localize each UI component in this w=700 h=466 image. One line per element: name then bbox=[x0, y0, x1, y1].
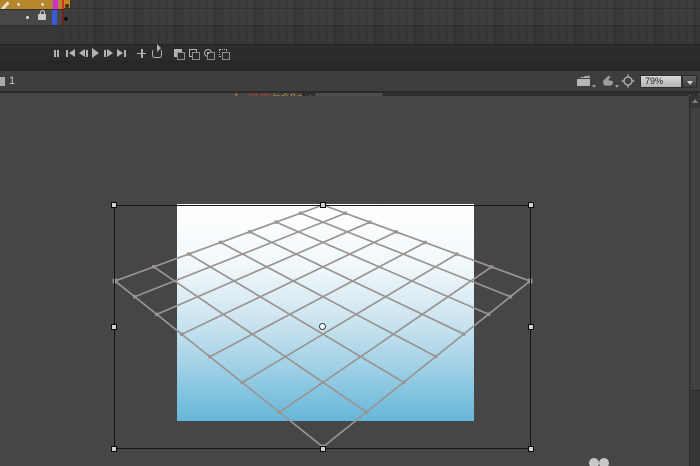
selection-handle-bottom-left[interactable] bbox=[111, 446, 117, 452]
edit-scene-dropdown-arrow[interactable] bbox=[592, 85, 596, 88]
layer-panel-empty-area bbox=[0, 25, 62, 45]
go-to-last-frame-button[interactable] bbox=[117, 47, 126, 59]
selection-handle-middle-right[interactable] bbox=[528, 324, 534, 330]
center-frame-icon bbox=[137, 49, 146, 58]
scroll-up-arrow-icon[interactable] bbox=[692, 99, 698, 103]
clip-content-icon[interactable] bbox=[621, 74, 635, 88]
scene-label: 1 bbox=[9, 75, 15, 87]
edit-multiple-frames-icon bbox=[204, 49, 212, 57]
selection-handle-top-center[interactable] bbox=[320, 202, 326, 208]
onion-skin-outlines-button[interactable] bbox=[189, 47, 197, 59]
center-frame-button[interactable] bbox=[137, 47, 146, 59]
layer2-visibility-dot[interactable] bbox=[26, 16, 29, 19]
edit-scene-icon[interactable] bbox=[576, 74, 591, 88]
onion-skin-icon bbox=[174, 49, 182, 57]
edit-bar: 1 79% bbox=[0, 71, 700, 93]
selection-handle-bottom-center[interactable] bbox=[320, 446, 326, 452]
modify-markers-button[interactable] bbox=[219, 47, 227, 59]
panel-divider bbox=[0, 60, 700, 71]
watermark-circle bbox=[589, 458, 599, 466]
row-divider bbox=[62, 25, 700, 26]
loop-button[interactable] bbox=[152, 47, 162, 59]
stage-vertical-scrollbar[interactable] bbox=[689, 96, 700, 466]
layer-row-selected[interactable] bbox=[0, 0, 62, 9]
loop-icon bbox=[152, 49, 162, 58]
timeline-toolbar: 1 24.00 fps 0.0 s bbox=[0, 44, 700, 60]
layer2-outline-color-swatch[interactable] bbox=[52, 10, 57, 26]
edit-symbols-dropdown-arrow[interactable] bbox=[615, 85, 619, 88]
layer-row[interactable] bbox=[0, 9, 62, 26]
selection-handle-middle-left[interactable] bbox=[111, 324, 117, 330]
selection-handle-top-left[interactable] bbox=[111, 202, 117, 208]
timeline-panel: 1 24.00 fps 0.0 s bbox=[0, 0, 700, 60]
onion-outlines-icon bbox=[189, 49, 197, 57]
play-button[interactable] bbox=[92, 47, 99, 59]
watermark-circle bbox=[599, 458, 609, 466]
go-to-first-frame-button[interactable] bbox=[66, 47, 75, 59]
scene-icon bbox=[0, 77, 5, 86]
selection-handle-top-right[interactable] bbox=[528, 202, 534, 208]
zoom-level-input[interactable]: 79% bbox=[640, 75, 682, 88]
onion-skin-button[interactable] bbox=[174, 47, 182, 59]
layer1-lock-dot[interactable] bbox=[41, 3, 44, 6]
lock-icon[interactable] bbox=[38, 14, 46, 20]
scrollbar-thumb[interactable] bbox=[691, 108, 700, 391]
selection-handle-bottom-right[interactable] bbox=[528, 446, 534, 452]
pause-button[interactable] bbox=[54, 47, 59, 59]
animate-workspace: 1 24.00 fps 0.0 s 1 79% bbox=[0, 0, 700, 466]
step-back-button[interactable] bbox=[79, 47, 88, 59]
edit-symbols-icon[interactable] bbox=[601, 74, 615, 88]
row-divider bbox=[62, 8, 700, 9]
playhead-line bbox=[62, 9, 64, 25]
step-forward-button[interactable] bbox=[104, 47, 113, 59]
frames-empty-area bbox=[62, 26, 700, 44]
layer1-visibility-dot[interactable] bbox=[17, 3, 20, 6]
layer1-outline-color-swatch[interactable] bbox=[53, 0, 58, 9]
keyframe-dot-layer2[interactable] bbox=[64, 17, 68, 21]
timeline-layer-controls bbox=[0, 0, 62, 44]
stage-area[interactable] bbox=[0, 96, 700, 466]
playhead[interactable] bbox=[62, 0, 64, 9]
keyframe-dot-layer1[interactable] bbox=[65, 4, 69, 8]
zoom-dropdown-button[interactable] bbox=[682, 75, 697, 88]
modify-markers-icon bbox=[219, 49, 227, 57]
transform-center-point[interactable] bbox=[319, 323, 326, 330]
edit-multiple-frames-button[interactable] bbox=[204, 47, 212, 59]
timeline-frames-area[interactable] bbox=[62, 0, 700, 44]
